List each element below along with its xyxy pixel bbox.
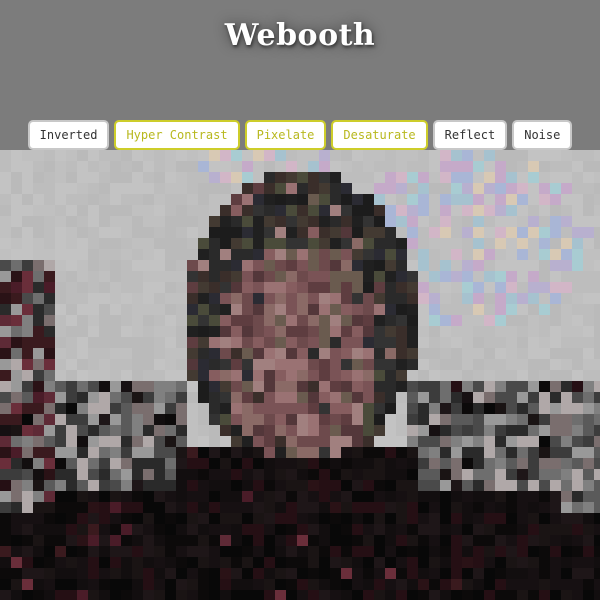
pixelated-camera-image bbox=[0, 150, 600, 600]
filter-reflect-button[interactable]: Reflect bbox=[432, 120, 508, 150]
filter-noise-button[interactable]: Noise bbox=[512, 120, 573, 150]
filter-desaturate-button[interactable]: Desaturate bbox=[331, 120, 428, 150]
filter-pixelate-button[interactable]: Pixelate bbox=[244, 120, 327, 150]
filter-inverted-button[interactable]: Inverted bbox=[27, 120, 110, 150]
webcam-preview bbox=[0, 150, 600, 600]
webooth-app: Webooth Inverted Hyper Contrast Pixelate… bbox=[0, 0, 600, 600]
app-title: Webooth bbox=[224, 18, 376, 53]
filter-toolbar: Inverted Hyper Contrast Pixelate Desatur… bbox=[0, 120, 600, 150]
filter-hyper-contrast-button[interactable]: Hyper Contrast bbox=[114, 120, 240, 150]
